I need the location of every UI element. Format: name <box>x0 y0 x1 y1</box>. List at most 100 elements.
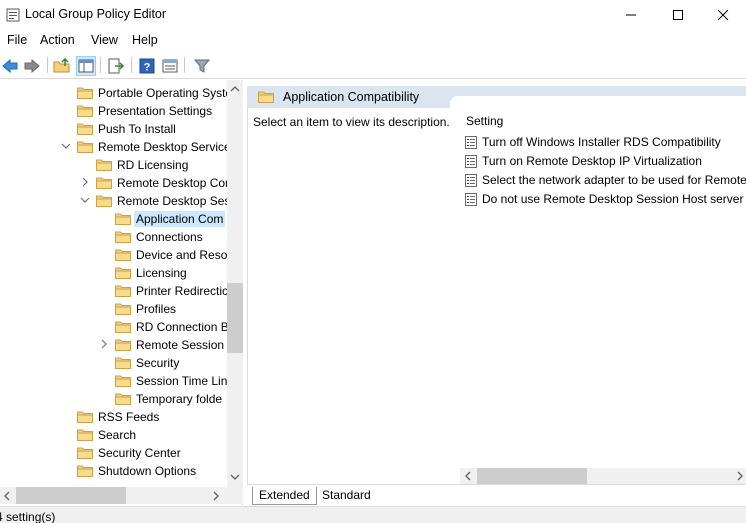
tree-item[interactable]: RD Licensing <box>0 156 227 174</box>
filter-button[interactable] <box>192 56 212 76</box>
tree-item[interactable]: Device and Resou <box>0 246 227 264</box>
tree-item[interactable]: Application Com <box>0 210 227 228</box>
tree-item[interactable]: RD Connection B <box>0 318 227 336</box>
tree-item-label: Application Com <box>134 211 226 227</box>
maximize-icon <box>673 10 683 20</box>
policy-setting-icon <box>465 193 477 206</box>
folder-icon <box>115 249 131 261</box>
menu-help[interactable]: Help <box>132 33 158 47</box>
chevron-down-icon[interactable] <box>80 195 90 205</box>
tree-item[interactable]: Remote Desktop Ses <box>0 192 227 210</box>
scroll-left-icon <box>465 471 471 481</box>
folder-icon <box>115 321 131 333</box>
tree-item[interactable]: Licensing <box>0 264 227 282</box>
tab-extended[interactable]: Extended <box>252 487 317 505</box>
setting-label: Do not use Remote Desktop Session Host s… <box>482 192 746 206</box>
tree-item-label: Presentation Settings <box>98 104 213 118</box>
tree-item[interactable]: Printer Redirectic <box>0 282 227 300</box>
folder-icon <box>77 447 93 459</box>
scroll-right-icon <box>737 471 743 481</box>
minimize-button[interactable] <box>608 0 654 30</box>
up-folder-button[interactable] <box>52 56 72 76</box>
folder-icon <box>96 177 112 189</box>
menu-view[interactable]: View <box>91 33 118 47</box>
toolbar-separator <box>100 57 101 73</box>
setting-row[interactable]: Do not use Remote Desktop Session Host s… <box>465 190 746 209</box>
help-icon: ? <box>139 58 155 74</box>
folder-icon <box>77 141 93 153</box>
chevron-right-icon[interactable] <box>99 339 109 349</box>
scroll-left-icon <box>4 491 10 501</box>
scroll-right-icon <box>213 491 219 501</box>
show-hide-tree-icon <box>78 59 94 73</box>
tree-item-label: Remote Session I <box>136 338 227 352</box>
tree-item[interactable]: Portable Operating Syste <box>0 84 227 102</box>
setting-row[interactable]: Select the network adapter to be used fo… <box>465 171 746 190</box>
setting-row[interactable]: Turn on Remote Desktop IP Virtualization <box>465 152 746 171</box>
tree-item[interactable]: Security <box>0 354 227 372</box>
tree-item[interactable]: Search <box>0 426 227 444</box>
setting-label: Select the network adapter to be used fo… <box>482 173 746 187</box>
tree-item[interactable]: Security Center <box>0 444 227 462</box>
tree-item-label: Connections <box>136 230 203 244</box>
close-button[interactable] <box>700 0 746 30</box>
properties-button[interactable] <box>160 56 180 76</box>
tree-item-label: Remote Desktop Ses <box>117 194 227 208</box>
tree-item[interactable]: Remote Desktop Services <box>0 138 227 156</box>
tree-item-label: Search <box>98 428 137 442</box>
folder-icon <box>115 375 131 387</box>
tree-item[interactable]: Connections <box>0 228 227 246</box>
tree-item[interactable]: Shutdown Options <box>0 462 227 480</box>
back-button[interactable] <box>0 56 20 76</box>
folder-icon <box>115 357 131 369</box>
back-icon <box>2 58 18 74</box>
folder-icon <box>115 267 131 279</box>
export-list-button[interactable] <box>106 56 126 76</box>
folder-icon <box>115 285 131 297</box>
chevron-right-icon[interactable] <box>80 177 90 187</box>
tree-item-label: Security <box>136 356 180 370</box>
chevron-down-icon[interactable] <box>61 141 71 151</box>
tree-item-label: Shutdown Options <box>98 464 197 478</box>
minimize-icon <box>626 14 636 16</box>
title-bar: Local Group Policy Editor <box>0 0 746 30</box>
tree-item[interactable]: Remote Desktop Con <box>0 174 227 192</box>
details-title: Application Compatibility <box>283 90 420 104</box>
policy-tree[interactable]: Portable Operating Syste Presentation Set… <box>0 80 243 505</box>
details-horizontal-scroll-thumb[interactable] <box>477 468 587 484</box>
tree-item[interactable]: Push To Install <box>0 120 227 138</box>
forward-button[interactable] <box>22 56 42 76</box>
tree-item[interactable]: RSS Feeds <box>0 408 227 426</box>
tree-item[interactable]: Temporary folde <box>0 390 227 408</box>
maximize-button[interactable] <box>655 0 701 30</box>
scroll-corner <box>227 487 243 504</box>
folder-icon <box>115 213 131 225</box>
help-button[interactable]: ? <box>137 56 157 76</box>
toolbar-separator <box>47 57 48 73</box>
tree-item-label: Session Time Lin <box>136 374 227 388</box>
details-header-tab <box>450 96 746 110</box>
tree-item[interactable]: Remote Session I <box>0 336 227 354</box>
tree-item-label: Temporary folde <box>136 392 223 406</box>
tab-standard[interactable]: Standard <box>314 487 379 505</box>
tree-item-label: Licensing <box>136 266 187 280</box>
status-text: 4 setting(s) <box>0 510 56 523</box>
tree-item[interactable]: Profiles <box>0 300 227 318</box>
menu-action[interactable]: Action <box>40 33 75 47</box>
policy-setting-icon <box>465 174 477 187</box>
setting-column-header[interactable]: Setting <box>466 114 503 128</box>
folder-icon <box>115 393 131 405</box>
group-policy-app-icon <box>6 8 20 22</box>
tree-horizontal-scroll-thumb[interactable] <box>16 487 126 504</box>
policy-setting-icon <box>465 136 477 149</box>
tree-item[interactable]: Presentation Settings <box>0 102 227 120</box>
svg-text:?: ? <box>144 62 151 74</box>
menu-file[interactable]: File <box>7 33 27 47</box>
scroll-up-icon <box>230 86 240 92</box>
show-hide-tree-button[interactable] <box>76 56 96 76</box>
setting-row[interactable]: Turn off Windows Installer RDS Compatibi… <box>465 133 746 152</box>
tree-vertical-scroll-thumb[interactable] <box>227 283 243 353</box>
tree-item[interactable]: Session Time Lin <box>0 372 227 390</box>
tree-item-label: Portable Operating Syste <box>98 86 227 100</box>
folder-icon <box>77 105 93 117</box>
